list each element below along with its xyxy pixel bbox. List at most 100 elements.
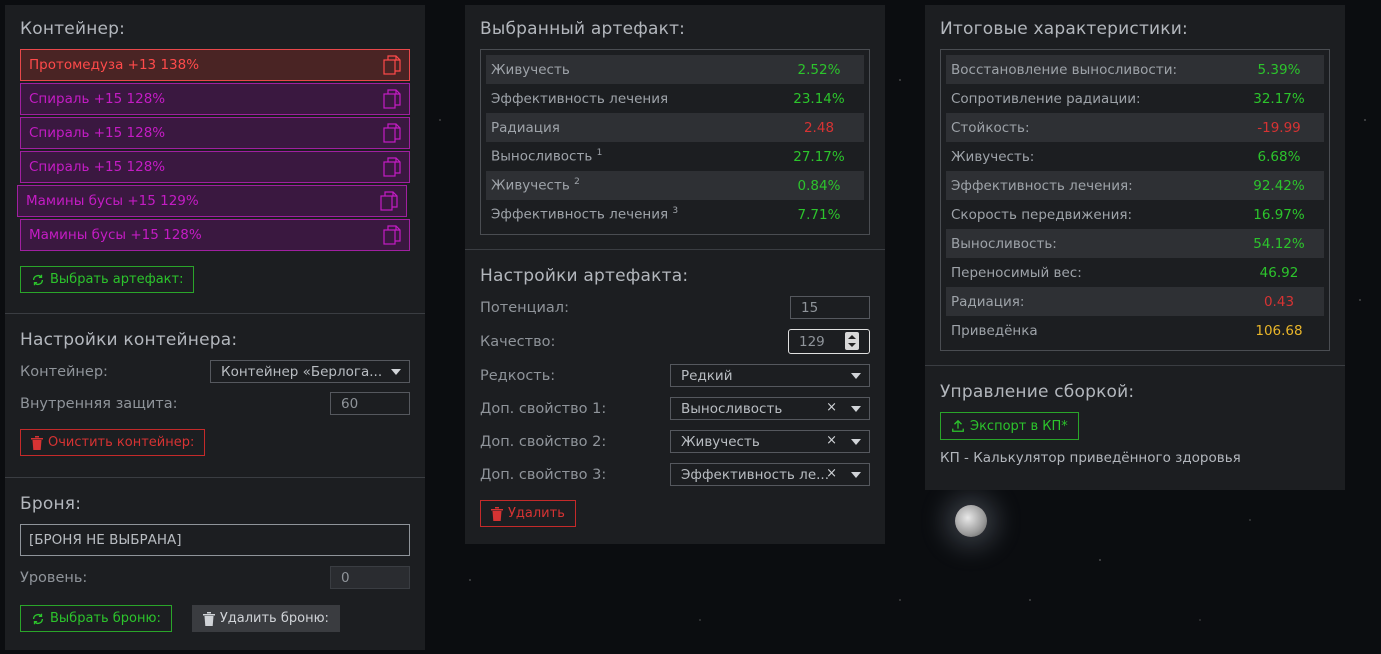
delete-artifact-button[interactable]: Удалить (480, 500, 576, 527)
level-input[interactable]: 0 (330, 566, 410, 589)
extra2-value: Живучесть (681, 433, 760, 450)
stepper-icon[interactable] (845, 332, 859, 350)
protection-input[interactable]: 60 (330, 392, 410, 415)
total-stat-row: Сопротивление радиации: 32.17% (946, 84, 1324, 113)
artifact-stat-row: Эффективность лечения 23.14% (486, 84, 864, 113)
total-stat-value: 5.39% (1257, 61, 1301, 78)
artifact-item[interactable]: Спираль +15 128% (20, 117, 410, 149)
artifact-stat-value: 27.17% (793, 148, 845, 165)
total-stat-value: 0.43 (1263, 293, 1295, 310)
select-artifact-label: Выбрать артефакт: (50, 272, 184, 287)
total-stat-value: 92.42% (1253, 177, 1305, 194)
clear-icon[interactable]: × (826, 400, 837, 415)
copy-icon[interactable] (381, 54, 403, 76)
extra3-label: Доп. свойство 3: (480, 466, 607, 483)
total-stat-label: Живучесть: (951, 148, 1035, 165)
chevron-down-icon (391, 369, 401, 375)
protection-label: Внутренняя защита: (20, 395, 178, 412)
upload-icon (952, 419, 964, 432)
artifact-stat-name: Живучесть (491, 177, 570, 194)
extra3-select[interactable]: Эффективность ле... × (670, 463, 870, 486)
total-stat-label: Выносливость: (951, 235, 1057, 252)
delete-armor-button[interactable]: Удалить броню: (191, 605, 340, 632)
select-armor-label: Выбрать броню: (50, 611, 161, 626)
total-stat-value: 6.68% (1257, 148, 1301, 165)
artifact-stat-value: 2.48 (803, 119, 835, 136)
artifact-item-label: Протомедуза +13 138% (29, 57, 200, 73)
artifact-stat-label: Эффективность лечения 3 (491, 206, 678, 223)
potential-input[interactable]: 15 (790, 296, 870, 319)
clear-container-button[interactable]: Очистить контейнер: (20, 429, 206, 456)
container-select[interactable]: Контейнер «Берлога... (210, 360, 410, 383)
totals-stats-table: Восстановление выносливости: 5.39% Сопроти… (940, 49, 1330, 351)
clear-icon[interactable]: × (826, 433, 837, 448)
quality-label: Качество: (480, 333, 556, 350)
refresh-icon (32, 274, 44, 285)
rarity-label: Редкость: (480, 367, 556, 384)
armor-title: Броня: (20, 494, 82, 514)
total-stat-value: 54.12% (1253, 235, 1305, 252)
artifact-item[interactable]: Спираль +15 128% (20, 151, 410, 183)
copy-icon[interactable] (381, 156, 403, 178)
artifact-stat-name: Живучесть (491, 61, 570, 78)
artifact-item[interactable]: Мамины бусы +15 128% (20, 219, 410, 251)
quality-value: 129 (799, 333, 825, 350)
artifact-item[interactable]: Протомедуза +13 138% (20, 49, 410, 81)
extra3-value: Эффективность ле... (681, 466, 829, 483)
rarity-select[interactable]: Редкий (670, 364, 870, 387)
container-panel: Контейнер: Протомедуза +13 138% Спираль +… (5, 5, 425, 650)
total-stat-row: Радиация: 0.43 (946, 287, 1324, 316)
total-stat-label: Приведёнка (951, 322, 1038, 339)
select-artifact-button[interactable]: Выбрать артефакт: (20, 266, 195, 293)
extra1-value: Выносливость (681, 400, 783, 417)
artifact-stat-row: Живучесть 2 0.84% (486, 171, 864, 200)
clear-icon[interactable]: × (826, 466, 837, 481)
copy-icon[interactable] (381, 224, 403, 246)
artifact-stat-row: Эффективность лечения 3 7.71% (486, 200, 864, 229)
chevron-down-icon (851, 373, 861, 379)
artifact-stat-label: Эффективность лечения (491, 91, 668, 107)
extra1-select[interactable]: Выносливость × (670, 397, 870, 420)
select-armor-button[interactable]: Выбрать броню: (20, 605, 172, 632)
export-button[interactable]: Экспорт в КП* (940, 412, 1079, 440)
extra2-label: Доп. свойство 2: (480, 433, 607, 450)
total-stat-row: Приведёнка 106.68 (946, 316, 1324, 345)
copy-icon[interactable] (381, 88, 403, 110)
container-title: Контейнер: (20, 19, 126, 39)
totals-title: Итоговые характеристики: (940, 19, 1188, 39)
trash-icon (202, 611, 215, 626)
artifact-stat-index: 3 (672, 206, 679, 217)
copy-icon[interactable] (378, 190, 400, 212)
artifact-item[interactable]: Мамины бусы +15 129% (17, 185, 407, 217)
total-stat-row: Скорость передвижения: 16.97% (946, 200, 1324, 229)
armor-field[interactable]: [БРОНЯ НЕ ВЫБРАНА] (20, 524, 410, 556)
level-value: 0 (341, 569, 350, 586)
artifact-item[interactable]: Спираль +15 128% (20, 83, 410, 115)
chevron-down-icon (851, 406, 861, 412)
export-label: Экспорт в КП* (970, 418, 1068, 434)
quality-input[interactable]: 129 (788, 329, 870, 354)
extra2-select[interactable]: Живучесть × (670, 430, 870, 453)
artifact-stat-name: Радиация (491, 119, 560, 136)
total-stat-label: Переносимый вес: (951, 264, 1082, 281)
total-stat-value: 16.97% (1253, 206, 1305, 223)
trash-icon (491, 506, 503, 521)
artifact-item-label: Спираль +15 128% (29, 91, 166, 107)
total-stat-value: 46.92 (1259, 264, 1299, 281)
total-stat-value: 106.68 (1255, 322, 1303, 339)
copy-icon[interactable] (381, 122, 403, 144)
total-stat-value: -19.99 (1257, 119, 1301, 136)
total-stat-row: Эффективность лечения: 92.42% (946, 171, 1324, 200)
clear-container-label: Очистить контейнер: (48, 435, 195, 450)
trash-icon (31, 435, 43, 450)
moon-decoration (955, 505, 987, 537)
delete-armor-label: Удалить броню: (219, 611, 329, 626)
artifact-stat-value: 23.14% (793, 90, 845, 107)
artifact-item-label: Спираль +15 128% (29, 159, 166, 175)
artifact-stat-value: 2.52% (797, 61, 841, 78)
delete-artifact-label: Удалить (508, 506, 565, 521)
total-stat-value: 32.17% (1253, 90, 1305, 107)
level-label: Уровень: (20, 569, 88, 586)
total-stat-label: Эффективность лечения: (951, 177, 1133, 194)
refresh-icon (32, 613, 44, 624)
